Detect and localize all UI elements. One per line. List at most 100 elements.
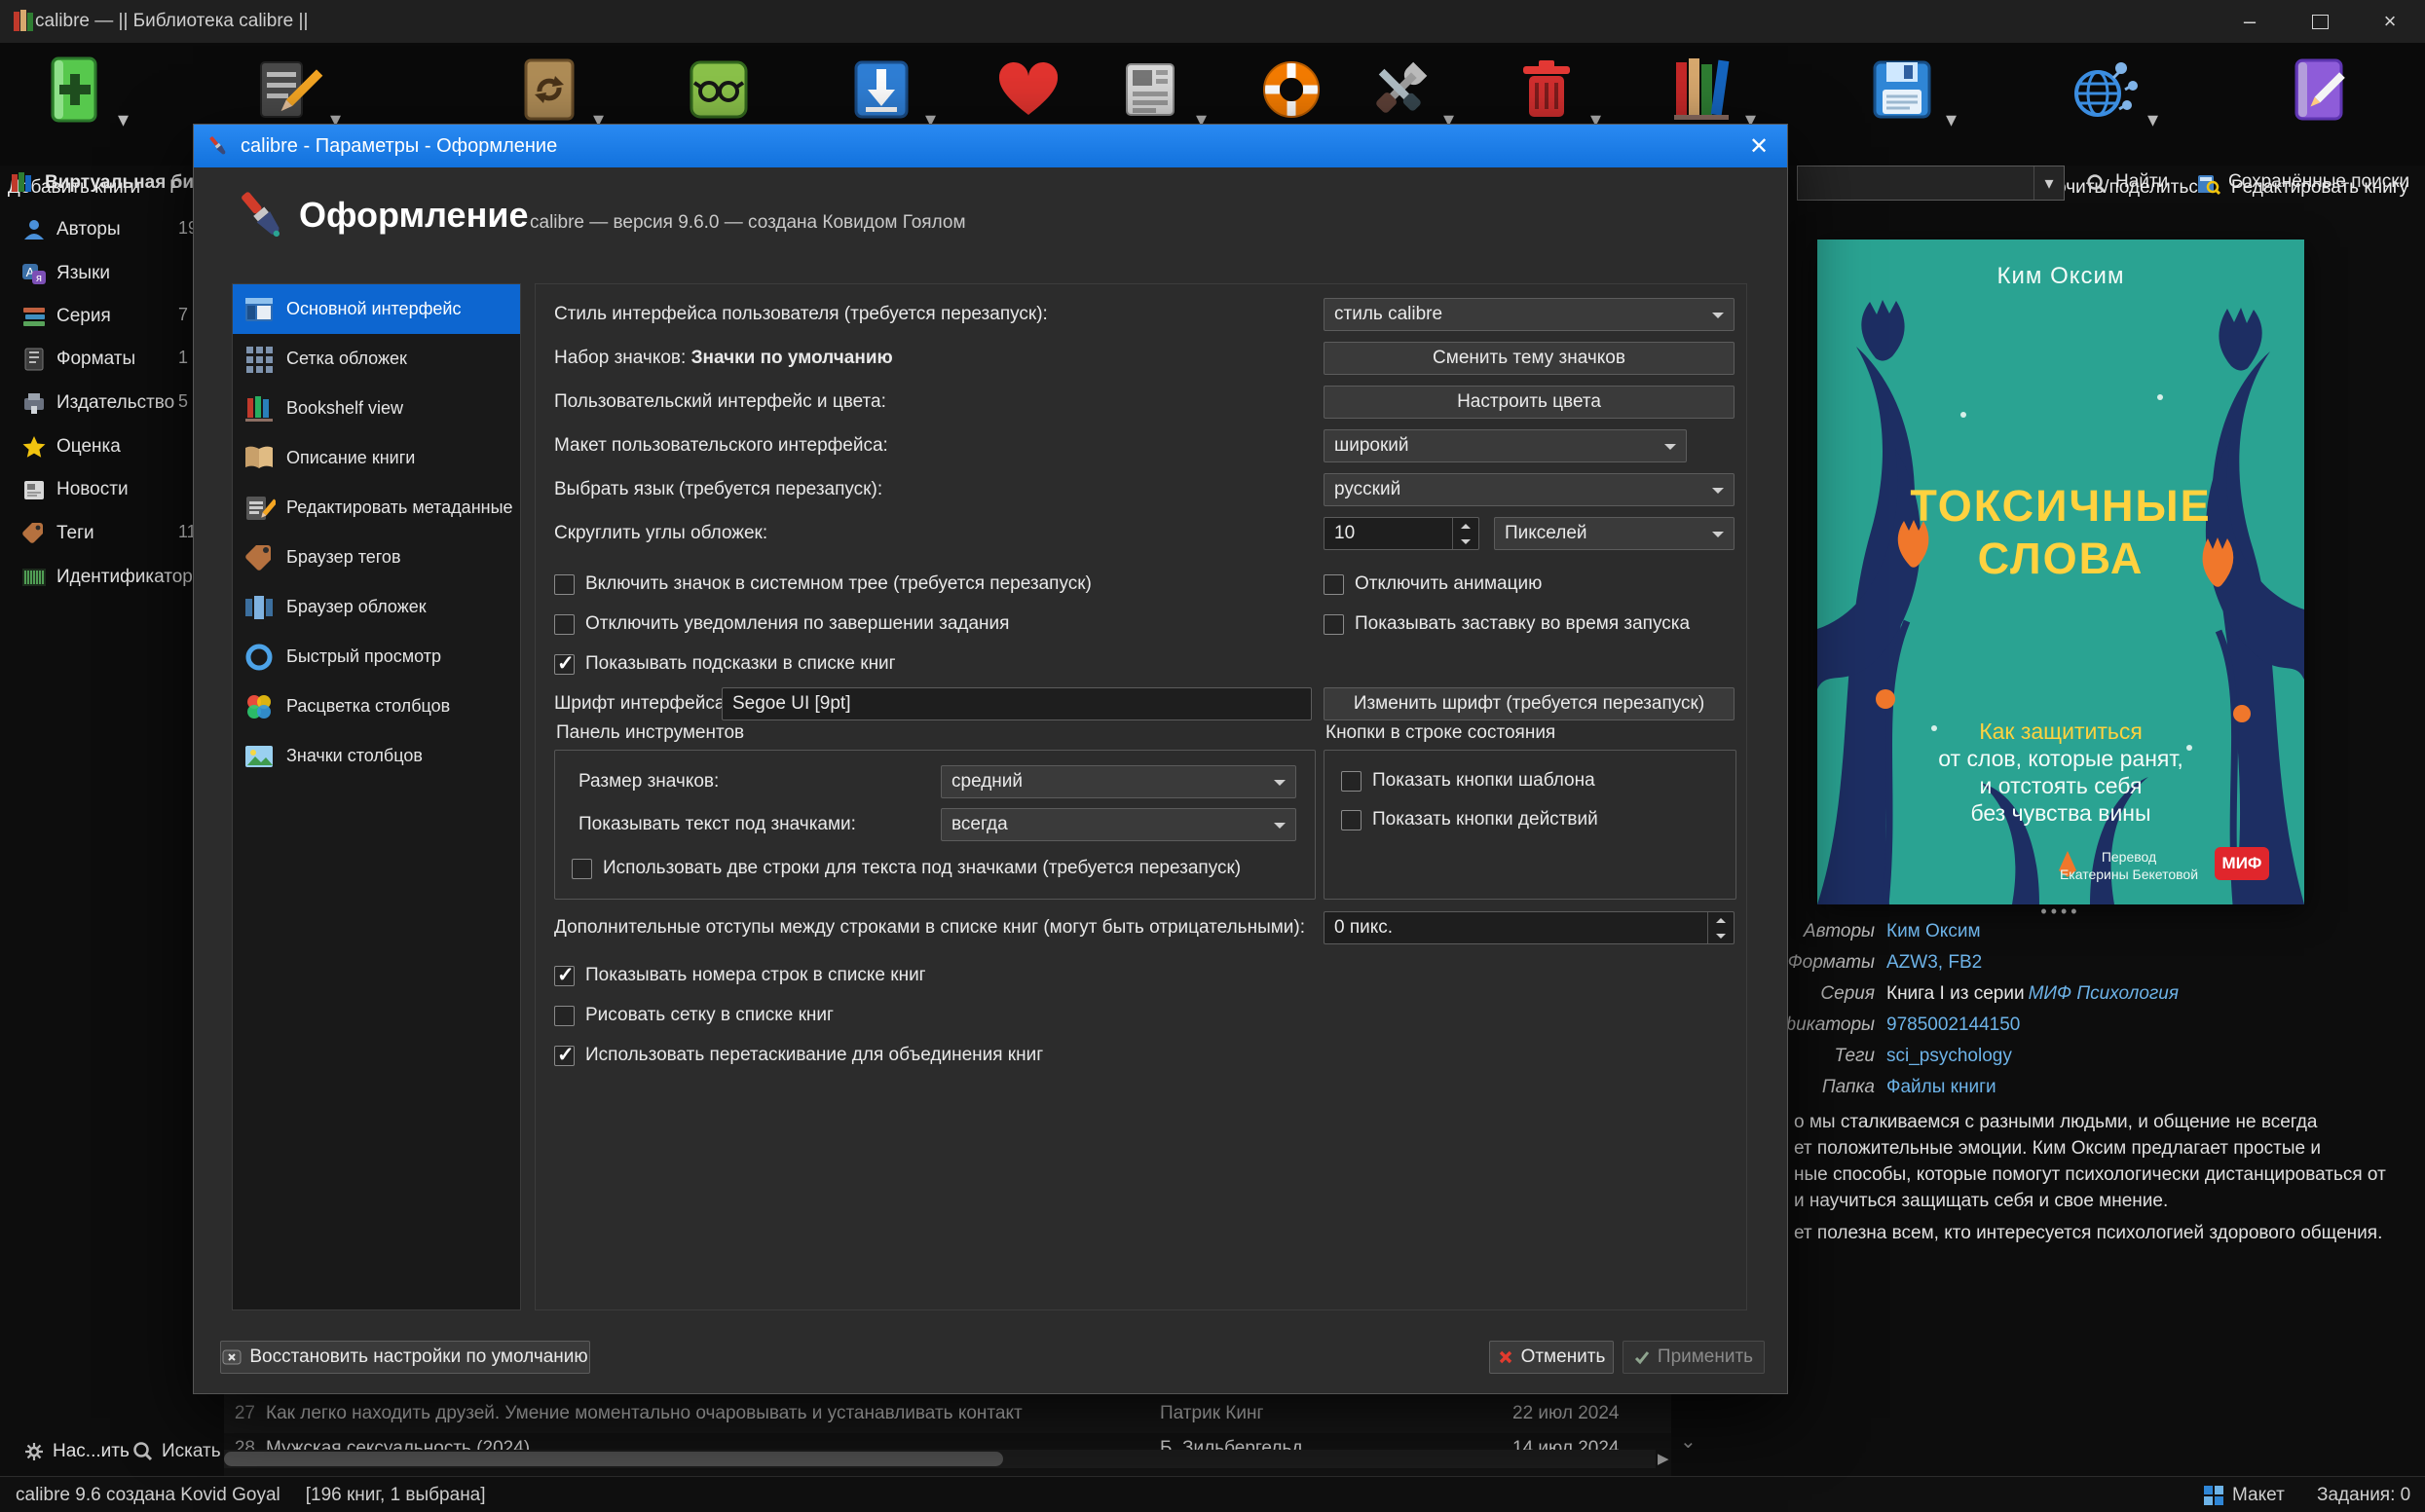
convert-books-button[interactable]: [512, 53, 586, 127]
connect-share-dropdown-arrow[interactable]: ▾: [2147, 107, 2158, 132]
nav-column-coloring[interactable]: Расцветка столбцов: [233, 682, 520, 731]
nav-quickview[interactable]: Быстрый просмотр: [233, 632, 520, 682]
donate-button[interactable]: [991, 53, 1065, 127]
nav-column-icons[interactable]: Значки столбцов: [233, 731, 520, 781]
change-icon-theme-button[interactable]: Сменить тему значков: [1324, 342, 1735, 375]
template-buttons-checkbox[interactable]: Показать кнопки шаблона: [1341, 769, 1595, 793]
connect-share-button[interactable]: [2067, 53, 2141, 127]
grid-checkbox[interactable]: Рисовать сетку в списке книг: [554, 1004, 834, 1027]
horizontal-scrollbar[interactable]: [224, 1450, 1656, 1468]
customize-colors-button[interactable]: Настроить цвета: [1324, 386, 1735, 419]
search-dropdown-arrow[interactable]: ▾: [2033, 166, 2064, 200]
remove-books-button[interactable]: [1510, 53, 1584, 127]
close-button[interactable]: ×: [2355, 0, 2425, 43]
cover-subtitle-line3: и отстоять себя: [1817, 773, 2304, 799]
splitter-chevron-icon[interactable]: ⌄: [1680, 1429, 1697, 1454]
save-to-disk-dropdown-arrow[interactable]: ▾: [1946, 107, 1957, 132]
nav-edit-metadata[interactable]: Редактировать метаданные: [233, 483, 520, 533]
dialog-close-button[interactable]: ✕: [1731, 125, 1787, 167]
action-buttons-checkbox[interactable]: Показать кнопки действий: [1341, 808, 1598, 831]
language-label: Выбрать язык (требуется перезапуск):: [554, 473, 882, 506]
status-bar: calibre 9.6 создана Kovid Goyal [196 кни…: [0, 1476, 2425, 1512]
minimize-button[interactable]: –: [2215, 0, 2285, 43]
preferences-dialog: calibre - Параметры - Оформление ✕ Оформ…: [193, 124, 1788, 1394]
find-small-icon: [132, 1441, 154, 1462]
ui-style-select[interactable]: стиль calibre: [1324, 298, 1735, 331]
nav-bookshelf-view[interactable]: Bookshelf view: [233, 384, 520, 433]
detail-series-link[interactable]: МИФ Психология: [2029, 983, 2179, 1005]
fetch-news-button[interactable]: [1115, 53, 1189, 127]
scrollbar-thumb[interactable]: [224, 1452, 1003, 1466]
layout-button[interactable]: Макет: [2232, 1485, 2285, 1506]
toolbar-group-title: Панель инструментов: [556, 722, 744, 744]
icon-size-label: Размер значков:: [578, 765, 719, 798]
scroll-right-arrow[interactable]: ▶: [1658, 1450, 1669, 1467]
view-book-icon: [682, 53, 756, 127]
book-list-row-27[interactable]: 27 Как легко находить друзей. Умение мом…: [224, 1394, 1671, 1434]
description-line: ет полезна всем, кто интересуется психол…: [1794, 1223, 2423, 1244]
maximize-button[interactable]: [2285, 0, 2355, 43]
disable-notifications-checkbox[interactable]: Отключить уведомления по завершении зада…: [554, 612, 1009, 636]
dialog-titlebar[interactable]: calibre - Параметры - Оформление ✕: [194, 125, 1787, 167]
tagbrowser-find-button[interactable]: Искать: [132, 1441, 221, 1462]
disable-animations-checkbox[interactable]: Отключить анимацию: [1324, 572, 1542, 596]
ui-layout-select[interactable]: широкий: [1324, 429, 1687, 462]
preferences-button[interactable]: [1362, 53, 1436, 127]
row-date: 22 июл 2024: [1512, 1403, 1620, 1424]
icon-size-select[interactable]: средний: [941, 765, 1296, 798]
nav-cover-browser[interactable]: Браузер обложек: [233, 582, 520, 632]
language-select[interactable]: русский: [1324, 473, 1735, 506]
nav-cover-grid[interactable]: Сетка обложек: [233, 334, 520, 384]
systray-checkbox[interactable]: Включить значок в системном трее (требуе…: [554, 572, 1092, 596]
round-corners-spinner[interactable]: 10: [1324, 517, 1479, 550]
detail-formats-link[interactable]: AZW3, FB2: [1886, 952, 1982, 974]
text-under-icons-select[interactable]: всегда: [941, 808, 1296, 841]
description-line: о мы сталкиваемся с разными людьми, и об…: [1794, 1112, 2423, 1133]
open-book-icon: [242, 442, 276, 475]
spinner-arrows[interactable]: [1452, 518, 1478, 549]
convert-books-icon: [512, 53, 586, 127]
edit-metadata-button[interactable]: [249, 53, 323, 127]
help-button[interactable]: [1254, 53, 1328, 127]
restore-defaults-button[interactable]: Восстановить настройки по умолчанию: [220, 1341, 590, 1374]
nav-tag-browser[interactable]: Браузер тегов: [233, 533, 520, 582]
window-titlebar: calibre — || Библиотека calibre || – ×: [0, 0, 2425, 43]
book-cover[interactable]: Ким Оксим ТОКСИЧНЫЕ СЛОВА Как защититься…: [1817, 240, 2304, 904]
configure-label: Нас...ить: [53, 1441, 130, 1462]
edit-book-button[interactable]: [2283, 53, 2357, 127]
status-selection: [196 книг, 1 выбрана]: [306, 1485, 486, 1506]
nav-book-details[interactable]: Описание книги: [233, 433, 520, 483]
show-tooltips-checkbox[interactable]: Показывать подсказки в списке книг: [554, 652, 896, 676]
detail-isbn-link[interactable]: 9785002144150: [1886, 1014, 2020, 1036]
detail-path-link[interactable]: Файлы книги: [1886, 1077, 1996, 1098]
add-books-button[interactable]: [37, 53, 111, 127]
apply-button[interactable]: Применить: [1623, 1341, 1765, 1374]
detail-authors-link[interactable]: Ким Оксим: [1886, 921, 1981, 942]
save-to-disk-button[interactable]: [1865, 53, 1939, 127]
cover-subtitle-line2: от слов, которые ранят,: [1817, 746, 2304, 772]
get-books-button[interactable]: [844, 53, 918, 127]
drag-merge-checkbox[interactable]: Использовать перетаскивание для объедине…: [554, 1044, 1043, 1067]
preferences-nav-list: Основной интерфейс Сетка обложек Bookshe…: [232, 283, 521, 1310]
round-corners-unit-select[interactable]: Пикселей: [1494, 517, 1735, 550]
add-books-dropdown-arrow[interactable]: ▾: [118, 107, 129, 132]
ui-font-field[interactable]: Segoe UI [9pt]: [722, 687, 1312, 720]
spinner-arrows[interactable]: [1707, 912, 1734, 943]
jobs-button[interactable]: Задания: 0: [2317, 1485, 2410, 1506]
show-splash-checkbox[interactable]: Показывать заставку во время запуска: [1324, 612, 1690, 636]
nav-main-interface[interactable]: Основной интерфейс: [233, 284, 520, 334]
search-history-combobox[interactable]: ▾: [1797, 166, 2065, 201]
two-lines-checkbox[interactable]: Использовать две строки для текста под з…: [572, 857, 1241, 880]
detail-tags-link[interactable]: sci_psychology: [1886, 1046, 2012, 1067]
extra-spacing-spinner[interactable]: 0 пикс.: [1324, 911, 1735, 944]
row-numbers-checkbox[interactable]: Показывать номера строк в списке книг: [554, 964, 926, 987]
calibre-library-button[interactable]: [1664, 53, 1738, 127]
change-font-button[interactable]: Изменить шрифт (требуется перезапуск): [1324, 687, 1735, 720]
edit-book-icon: [2283, 53, 2357, 127]
view-book-button[interactable]: [682, 53, 756, 127]
find-label: Найти: [2115, 171, 2168, 193]
ui-font-label: Шрифт интерфейса:: [554, 687, 730, 720]
connect-share-icon: [2067, 53, 2141, 127]
cancel-button[interactable]: Отменить: [1489, 1341, 1614, 1374]
tagbrowser-configure-button[interactable]: Нас...ить: [23, 1441, 130, 1462]
